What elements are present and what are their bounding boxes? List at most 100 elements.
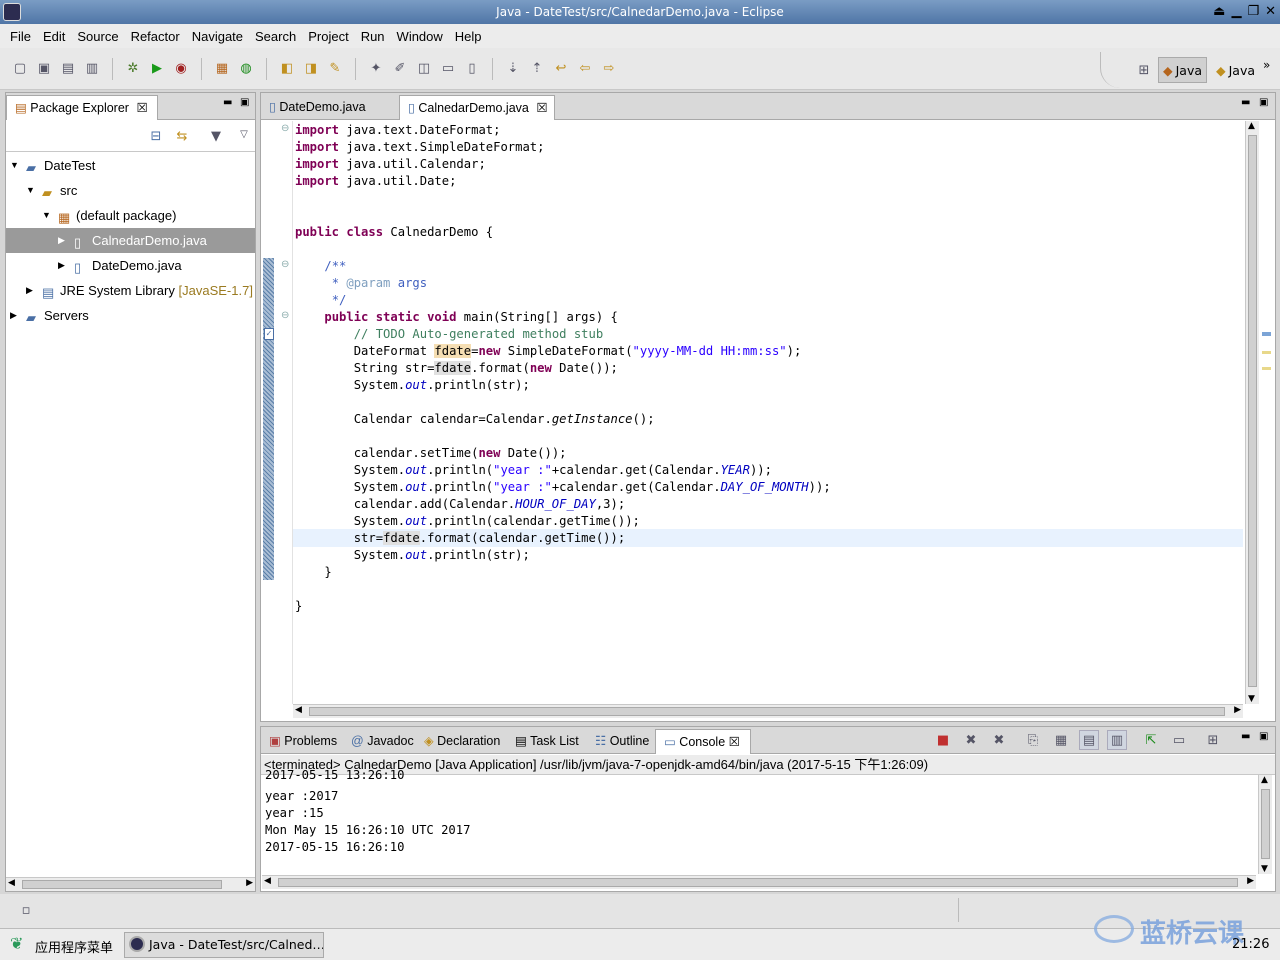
scroll-left-icon[interactable]: ◀ <box>264 876 271 886</box>
scroll-thumb[interactable] <box>22 880 222 889</box>
fast-view-icon[interactable]: ▫ <box>16 900 36 920</box>
taskbar-window-button[interactable]: Java - DateTest/src/Calned… <box>124 932 324 958</box>
more-perspectives-icon[interactable]: » <box>1263 58 1270 72</box>
scroll-thumb[interactable] <box>278 878 1238 887</box>
link-with-editor-icon[interactable]: ⇆ <box>172 126 192 146</box>
display-console-icon[interactable]: ▭ <box>1169 730 1189 750</box>
show-on-stdout-icon[interactable]: ▤ <box>1079 730 1099 750</box>
collapsed-icon[interactable]: ▶ <box>10 303 17 328</box>
tree-item-servers[interactable]: ▶ ▰ Servers <box>6 303 255 328</box>
minimize-icon[interactable]: ▬ <box>1241 97 1250 108</box>
tab-datedemo[interactable]: ▯ DateDemo.java <box>261 95 399 120</box>
new-class-icon[interactable]: ◍ <box>236 59 256 79</box>
overview-marker[interactable] <box>1262 332 1271 336</box>
tab-package-explorer[interactable]: ▤ Package Explorer ☒ <box>6 95 158 120</box>
tab-outline[interactable]: ☷ Outline <box>587 729 657 754</box>
clear-console-icon[interactable]: ⎘ <box>1023 730 1043 750</box>
menu-project[interactable]: Project <box>302 29 354 44</box>
minimize-icon[interactable]: ▬ <box>1241 731 1250 742</box>
menu-window[interactable]: Window <box>391 29 449 44</box>
show-on-stderr-icon[interactable]: ▥ <box>1107 730 1127 750</box>
toggle-view-icon[interactable]: ▯ <box>462 59 482 79</box>
scroll-up-icon[interactable]: ▲ <box>1261 775 1268 785</box>
open-resource-icon[interactable]: ◨ <box>301 59 321 79</box>
remove-all-icon[interactable]: ✖ <box>989 730 1009 750</box>
expanded-icon[interactable]: ▼ <box>26 178 35 203</box>
perspective-java-active[interactable]: ◆ Java <box>1158 57 1208 83</box>
tree-item-src[interactable]: ▼ ▰ src <box>6 178 255 203</box>
close-icon[interactable]: ☒ <box>729 735 740 749</box>
tab-problems[interactable]: ▣ Problems <box>261 729 345 754</box>
maximize-icon[interactable]: ❐ <box>1247 0 1259 24</box>
maximize-icon[interactable]: ▣ <box>1259 731 1268 742</box>
scroll-thumb[interactable] <box>309 707 1225 716</box>
open-type-icon[interactable]: ◧ <box>277 59 297 79</box>
open-console-icon[interactable]: ⊞ <box>1203 730 1223 750</box>
menu-search[interactable]: Search <box>249 29 302 44</box>
menu-refactor[interactable]: Refactor <box>125 29 186 44</box>
fold-icon[interactable]: ⊖ <box>281 259 289 270</box>
scroll-lock-icon[interactable]: ▦ <box>1051 730 1071 750</box>
scroll-left-icon[interactable]: ◀ <box>8 878 15 888</box>
tree-item-datedemo[interactable]: ▶ ▯ DateDemo.java <box>6 253 255 278</box>
scroll-thumb[interactable] <box>1261 789 1270 859</box>
task-marker-icon[interactable]: ✓ <box>264 328 274 340</box>
minimize-icon[interactable]: ▁ <box>1231 0 1241 24</box>
terminate-icon[interactable]: ■ <box>933 730 953 750</box>
annotation-icon[interactable]: ✦ <box>366 59 386 79</box>
print-icon[interactable]: ▥ <box>82 59 102 79</box>
prev-annotation-icon[interactable]: ⇡ <box>527 59 547 79</box>
overview-marker[interactable] <box>1262 351 1271 354</box>
tab-declaration[interactable]: ◈ Declaration <box>416 729 508 754</box>
collapsed-icon[interactable]: ▶ <box>26 278 33 303</box>
expanded-icon[interactable]: ▼ <box>42 203 51 228</box>
menu-run[interactable]: Run <box>355 29 391 44</box>
menu-help[interactable]: Help <box>449 29 488 44</box>
editor-hscrollbar[interactable]: ◀ ▶ <box>293 704 1243 718</box>
scroll-right-icon[interactable]: ▶ <box>246 878 253 888</box>
scroll-thumb[interactable] <box>1248 135 1257 687</box>
explorer-hscrollbar[interactable]: ◀ ▶ <box>6 877 255 891</box>
console-vscrollbar[interactable]: ▲ ▼ <box>1258 775 1272 874</box>
next-annotation-icon[interactable]: ⇣ <box>503 59 523 79</box>
close-icon[interactable]: ✕ <box>1265 0 1276 24</box>
tab-console[interactable]: ▭ Console ☒ <box>655 729 751 754</box>
scroll-down-icon[interactable]: ▼ <box>1248 694 1255 704</box>
fold-icon[interactable]: ⊖ <box>281 123 289 134</box>
debug-icon[interactable]: ✲ <box>123 59 143 79</box>
editor-vscrollbar[interactable]: ▲ ▼ <box>1245 121 1259 704</box>
show-whitespace-icon[interactable]: ▭ <box>438 59 458 79</box>
open-perspective-icon[interactable]: ⊞ <box>1134 60 1154 80</box>
close-icon[interactable]: ☒ <box>536 101 547 115</box>
tree-item-calnedardemo[interactable]: ▶ ▯ CalnedarDemo.java <box>6 228 255 253</box>
shade-icon[interactable]: ⏏ <box>1213 0 1225 24</box>
view-menu-icon[interactable]: ▽ <box>234 124 254 144</box>
tree-item-default-package[interactable]: ▼ ▦ (default package) <box>6 203 255 228</box>
maximize-icon[interactable]: ▣ <box>240 97 249 108</box>
tree-item-jre[interactable]: ▶ ▤ JRE System Library [JavaSE-1.7] <box>6 278 255 303</box>
block-selection-icon[interactable]: ◫ <box>414 59 434 79</box>
tab-calnedardemo[interactable]: ▯ CalnedarDemo.java ☒ <box>399 95 555 120</box>
perspective-java[interactable]: ◆ Java <box>1212 56 1259 84</box>
console-hscrollbar[interactable]: ◀ ▶ <box>262 875 1256 889</box>
overview-marker[interactable] <box>1262 367 1271 370</box>
tab-task-list[interactable]: ▤ Task List <box>507 729 587 754</box>
maximize-icon[interactable]: ▣ <box>1259 97 1268 108</box>
close-icon[interactable]: ☒ <box>136 101 147 115</box>
filter-icon[interactable]: ▼ <box>206 126 226 146</box>
save-all-icon[interactable]: ▤ <box>58 59 78 79</box>
fold-icon[interactable]: ⊖ <box>281 310 289 321</box>
new-package-icon[interactable]: ▦ <box>212 59 232 79</box>
run-icon[interactable]: ▶ <box>147 59 167 79</box>
menu-source[interactable]: Source <box>71 29 124 44</box>
remove-launch-icon[interactable]: ✖ <box>961 730 981 750</box>
menu-edit[interactable]: Edit <box>37 29 71 44</box>
scroll-left-icon[interactable]: ◀ <box>295 705 302 715</box>
menu-file[interactable]: File <box>4 29 37 44</box>
app-menu-icon[interactable]: ❦ <box>10 934 23 953</box>
last-edit-icon[interactable]: ↩ <box>551 59 571 79</box>
collapsed-icon[interactable]: ▶ <box>58 253 65 278</box>
forward-icon[interactable]: ⇨ <box>599 59 619 79</box>
scroll-right-icon[interactable]: ▶ <box>1247 876 1254 886</box>
save-icon[interactable]: ▣ <box>34 59 54 79</box>
